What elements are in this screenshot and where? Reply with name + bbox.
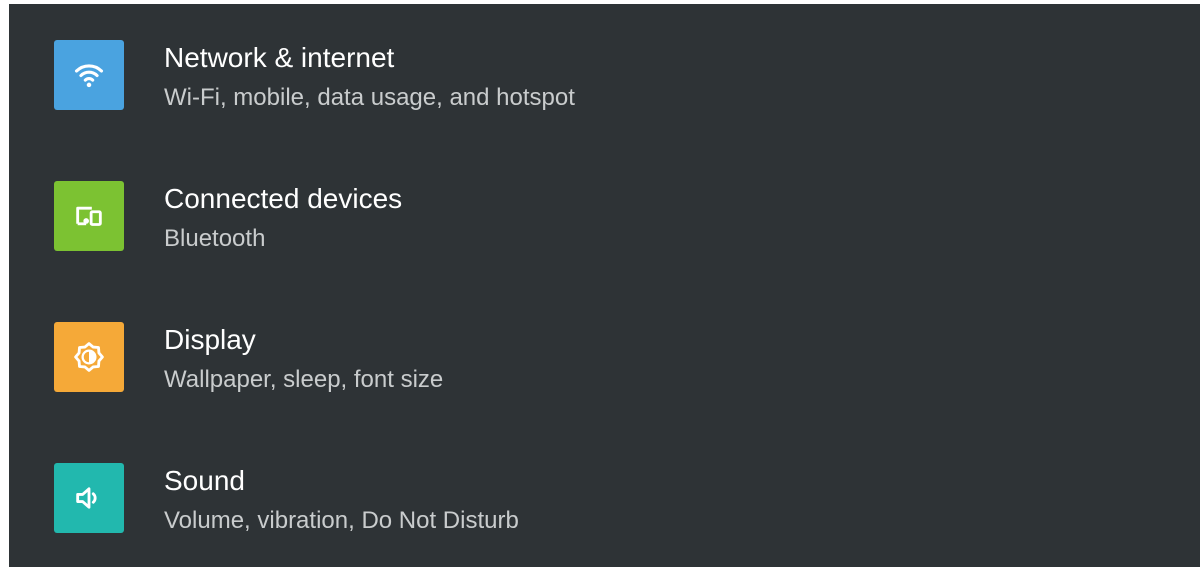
volume-icon <box>54 463 124 533</box>
wifi-icon <box>54 40 124 110</box>
settings-item-title: Connected devices <box>164 183 403 214</box>
settings-item-subtitle: Bluetooth <box>164 225 266 252</box>
settings-panel: Network & internet Wi-Fi, mobile, data u… <box>9 4 1200 567</box>
settings-item-title: Sound <box>164 465 245 496</box>
settings-item-sound[interactable]: Sound Volume, vibration, Do Not Disturb <box>9 427 1200 567</box>
settings-item-subtitle: Wallpaper, sleep, font size <box>164 366 444 393</box>
settings-item-subtitle: Volume, vibration, Do Not Disturb <box>164 507 519 534</box>
devices-icon <box>54 181 124 251</box>
settings-item-network[interactable]: Network & internet Wi-Fi, mobile, data u… <box>9 4 1200 144</box>
settings-item-title: Display <box>164 324 256 355</box>
settings-item-display[interactable]: Display Wallpaper, sleep, font size <box>9 286 1200 426</box>
brightness-icon <box>54 322 124 392</box>
settings-item-connected-devices[interactable]: Connected devices Bluetooth <box>9 145 1200 285</box>
settings-item-title: Network & internet <box>164 42 395 73</box>
settings-item-subtitle: Wi-Fi, mobile, data usage, and hotspot <box>164 84 575 111</box>
